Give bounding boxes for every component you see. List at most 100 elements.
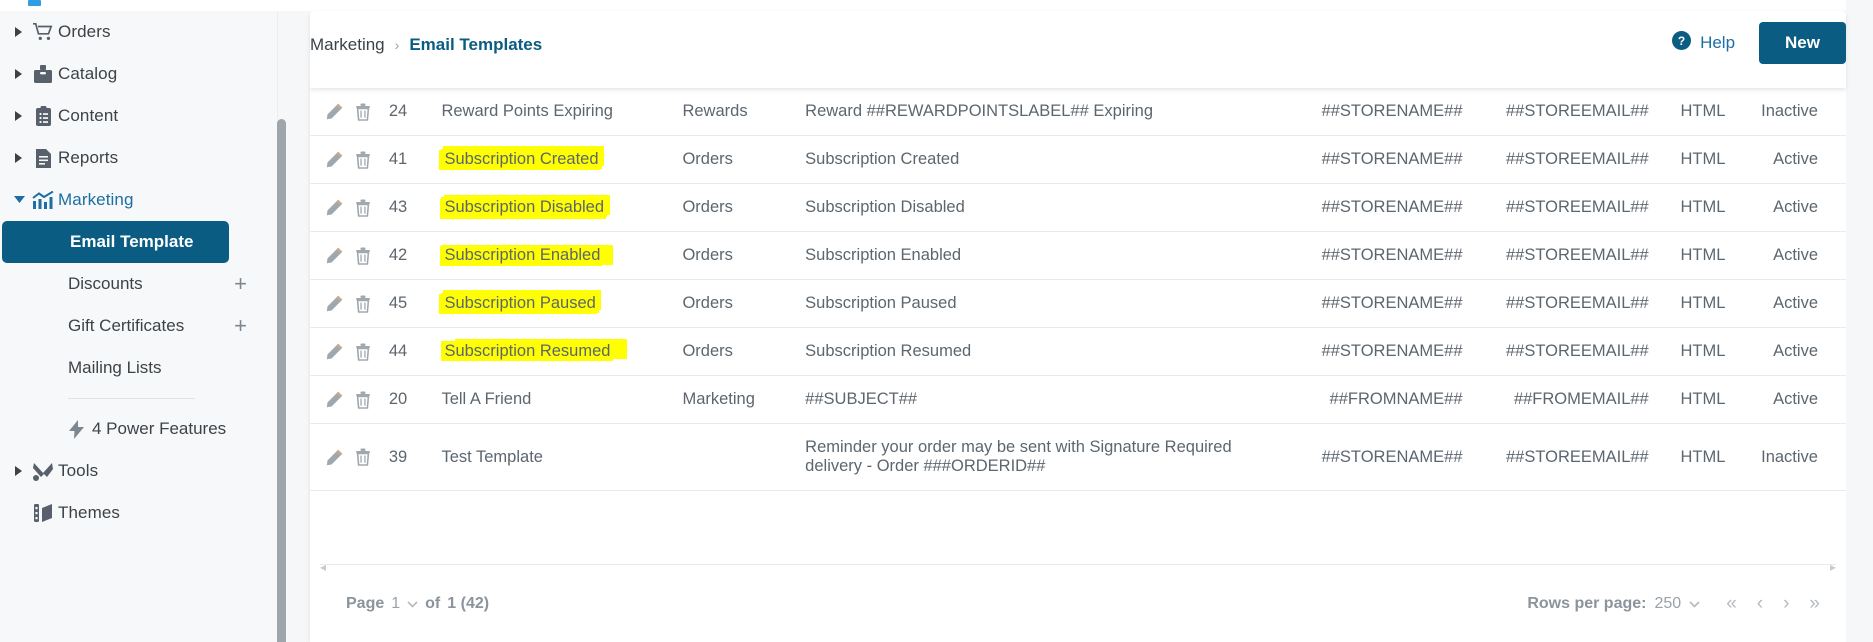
breadcrumb-separator-icon: ›	[394, 37, 400, 53]
chevron-down-icon[interactable]	[10, 196, 28, 204]
sidebar-item-content[interactable]: Content	[0, 95, 277, 137]
new-button[interactable]: New	[1759, 22, 1846, 64]
pager-first-button[interactable]: «	[1726, 593, 1737, 615]
pencil-icon[interactable]	[326, 343, 343, 360]
of-label: of	[425, 594, 441, 612]
cell-from-name: ##STORENAME##	[1298, 135, 1463, 184]
pencil-icon[interactable]	[326, 449, 343, 466]
row-actions	[310, 135, 389, 184]
chevron-down-icon[interactable]	[407, 595, 418, 613]
cell-from-email: ##STOREEMAIL##	[1462, 327, 1649, 376]
chevron-right-icon[interactable]	[10, 69, 28, 79]
table-row[interactable]: 43 Subscription Disabled Orders Subscriptio…	[310, 183, 1846, 232]
cell-from-email: ##STOREEMAIL##	[1462, 183, 1649, 232]
cart-icon	[28, 22, 58, 42]
pencil-icon[interactable]	[326, 391, 343, 408]
sidebar-divider	[68, 398, 195, 399]
sidebar-item-label: Orders	[58, 22, 111, 41]
trash-icon[interactable]	[355, 295, 371, 313]
pencil-icon[interactable]	[326, 199, 343, 216]
trash-icon[interactable]	[355, 391, 371, 409]
plus-icon[interactable]: +	[234, 273, 247, 295]
cell-type: Orders	[682, 135, 806, 184]
cell-format: HTML	[1648, 183, 1726, 232]
sidebar-item-gift-certificates[interactable]: Gift Certificates +	[0, 305, 263, 347]
sidebar-item-label: Marketing	[58, 190, 134, 209]
cell-from-name: ##STORENAME##	[1298, 327, 1463, 376]
sidebar-item-mailing-lists[interactable]: Mailing Lists	[0, 347, 263, 389]
cell-subject: Reminder your order may be sent with Sig…	[805, 423, 1299, 491]
table-row[interactable]: 24 Reward Points Expiring Rewards Reward ##…	[310, 88, 1846, 136]
cell-name: Subscription Enabled	[441, 231, 683, 280]
row-actions	[310, 423, 389, 491]
trash-icon[interactable]	[355, 103, 371, 121]
breadcrumb-current[interactable]: Email Templates	[409, 35, 542, 55]
cell-status: Active	[1725, 231, 1846, 280]
sidebar-subitem-label: Discounts	[68, 274, 143, 293]
trash-icon[interactable]	[355, 247, 371, 265]
cell-subject: Subscription Disabled	[805, 183, 1299, 232]
bolt-icon	[68, 419, 85, 439]
pager-last-button[interactable]: »	[1809, 593, 1820, 615]
sidebar-item-label: Tools	[58, 461, 99, 480]
cell-format: HTML	[1648, 327, 1726, 376]
pager-next-button[interactable]: ›	[1783, 593, 1789, 615]
page-label: Page	[346, 594, 385, 612]
trash-icon[interactable]	[355, 199, 371, 217]
breadcrumb-parent[interactable]: Marketing	[310, 35, 385, 55]
table-row[interactable]: 44 Subscription Resumed Orders Subscription…	[310, 327, 1846, 376]
pencil-icon[interactable]	[326, 151, 343, 168]
chevron-right-icon[interactable]	[10, 466, 28, 476]
highlight-mark: Subscription Enabled	[441, 245, 604, 265]
sidebar-item-email-template[interactable]: Email Template	[2, 221, 229, 263]
sidebar-item-power-features[interactable]: 4 Power Features	[0, 408, 277, 450]
cell-id: 41	[388, 135, 442, 184]
sidebar-item-label: Themes	[58, 503, 121, 522]
highlight-mark: Subscription Created	[441, 149, 602, 169]
table-row[interactable]: 41 Subscription Created Orders Subscription…	[310, 135, 1846, 184]
pencil-icon[interactable]	[326, 247, 343, 264]
right-gutter	[1846, 0, 1873, 642]
chevron-right-icon[interactable]	[10, 27, 28, 37]
sidebar-item-discounts[interactable]: Discounts +	[0, 263, 263, 305]
sidebar-item-tools[interactable]: Tools	[0, 450, 277, 492]
page-selector[interactable]: Page 1 of 1 (42)	[346, 595, 489, 613]
chevron-right-icon[interactable]	[10, 153, 28, 163]
plus-icon[interactable]: +	[234, 315, 247, 337]
cell-subject: Subscription Enabled	[805, 231, 1299, 280]
trash-icon[interactable]	[355, 448, 371, 466]
table-footer: Page 1 of 1 (42) Rows per page: 250 « ‹ …	[310, 565, 1846, 642]
row-actions	[310, 88, 389, 136]
chevron-right-icon[interactable]	[10, 111, 28, 121]
sidebar-item-marketing[interactable]: Marketing	[0, 179, 277, 221]
sidebar-item-orders[interactable]: Orders	[0, 11, 277, 53]
sidebar-item-catalog[interactable]: Catalog	[0, 53, 277, 95]
cell-status: Inactive	[1725, 88, 1846, 136]
table-row[interactable]: 42 Subscription Enabled Orders Subscription…	[310, 231, 1846, 280]
sidebar-subitem-label: 4 Power Features	[92, 419, 227, 438]
trash-icon[interactable]	[355, 151, 371, 169]
table-row[interactable]: 39 Test Template Reminder your order may b…	[310, 423, 1846, 491]
sidebar-item-reports[interactable]: Reports	[0, 137, 277, 179]
cell-id: 43	[388, 183, 442, 232]
trash-icon[interactable]	[355, 343, 371, 361]
cell-status: Active	[1725, 183, 1846, 232]
help-link[interactable]: ? Help	[1672, 31, 1735, 55]
pencil-icon[interactable]	[326, 103, 343, 120]
cell-type: Orders	[682, 279, 806, 328]
sidebar-item-themes[interactable]: Themes	[0, 492, 277, 534]
chevron-down-icon[interactable]	[1689, 595, 1700, 613]
cell-id: 20	[388, 375, 442, 424]
pager-prev-button[interactable]: ‹	[1757, 593, 1763, 615]
pencil-icon[interactable]	[326, 295, 343, 312]
sidebar-subitem-label: Mailing Lists	[68, 358, 162, 377]
cell-from-name: ##STORENAME##	[1298, 183, 1463, 232]
cell-id: 24	[388, 88, 442, 136]
table-row[interactable]: 45 Subscription Paused Orders Subscription …	[310, 279, 1846, 328]
sidebar-scrollbar[interactable]	[277, 119, 286, 642]
rows-per-page-selector[interactable]: Rows per page: 250	[1527, 595, 1700, 613]
email-templates-table: 24 Reward Points Expiring Rewards Reward ##…	[310, 88, 1846, 491]
table-row[interactable]: 20 Tell A Friend Marketing ##SUBJECT## ##FRO…	[310, 375, 1846, 424]
cell-type: Orders	[682, 183, 806, 232]
sidebar-item-label: Reports	[58, 148, 119, 167]
